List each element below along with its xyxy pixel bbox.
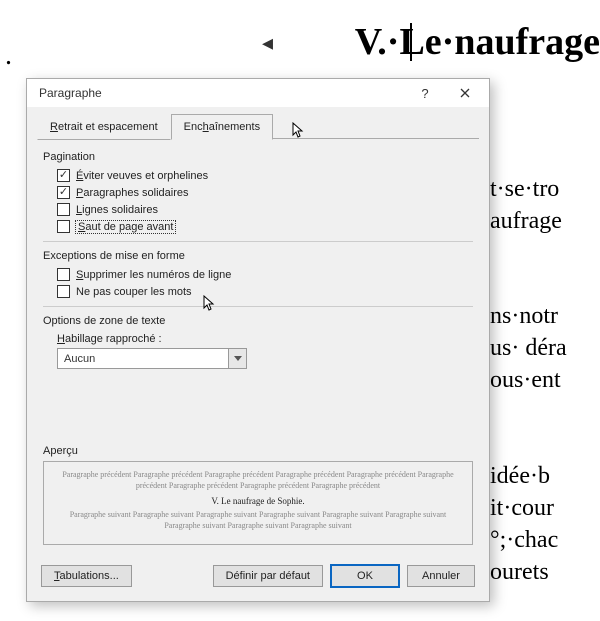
paragraph-dialog: Paragraphe ? Retrait et espacement Encha… xyxy=(26,78,490,602)
help-button[interactable]: ? xyxy=(405,80,445,106)
close-icon xyxy=(460,88,470,98)
set-default-button[interactable]: Définir par défaut xyxy=(213,565,323,587)
tight-wrap-select[interactable]: Aucun xyxy=(57,348,247,369)
label-rest: aragraphes solidaires xyxy=(83,187,188,199)
checkbox-widow-orphan[interactable]: Éviter veuves et orphelines xyxy=(43,167,473,184)
label-rest: aut de page avant xyxy=(85,221,173,233)
group-textbox-options: Options de zone de texte xyxy=(43,315,473,327)
checkbox-icon xyxy=(57,186,70,199)
select-value: Aucun xyxy=(58,353,228,365)
chevron-down-icon xyxy=(228,349,246,368)
ok-button[interactable]: OK xyxy=(331,565,399,587)
checkbox-suppress-line-numbers[interactable]: Supprimer les numéros de ligne xyxy=(43,266,473,283)
label-rest: viter veuves et orphelines xyxy=(83,170,208,182)
tight-wrap-label: Habillage rapproché : xyxy=(43,331,473,348)
label-rest: ignes solidaires xyxy=(82,204,158,216)
label-rest: abillage rapproché : xyxy=(65,333,162,345)
checkbox-icon xyxy=(57,268,70,281)
label-accel: H xyxy=(57,333,65,345)
cancel-button[interactable]: Annuler xyxy=(407,565,475,587)
checkbox-icon xyxy=(57,285,70,298)
dialog-title: Paragraphe xyxy=(39,86,405,100)
group-exceptions: Exceptions de mise en forme xyxy=(43,250,473,262)
checkbox-icon xyxy=(57,220,70,233)
tab-indent-spacing[interactable]: Retrait et espacement xyxy=(37,114,171,140)
group-preview: Aperçu xyxy=(43,445,473,457)
tab-label-rest: etrait et espacement xyxy=(58,121,158,133)
tab-label-rest: aînements xyxy=(209,121,260,133)
dialog-content: Pagination Éviter veuves et orphelines P… xyxy=(27,139,489,555)
doc-dot: . xyxy=(5,40,12,72)
checkbox-icon xyxy=(57,169,70,182)
doc-paragraph: idée·b it·cour °;·chac ourets xyxy=(490,460,600,588)
tab-label-accel: R xyxy=(50,121,58,133)
label-rest: upprimer les numéros de ligne xyxy=(83,269,231,281)
group-pagination: Pagination xyxy=(43,151,473,163)
doc-heading: V.·Le·naufrage xyxy=(355,18,600,67)
tabs-button[interactable]: Tabulations... xyxy=(41,565,132,587)
tab-line-breaks[interactable]: Enchaînements xyxy=(171,114,273,140)
checkbox-page-break-before[interactable]: Saut de page avant xyxy=(43,218,473,235)
doc-paragraph: ns·notr us· déra ous·ent xyxy=(490,300,600,396)
close-button[interactable] xyxy=(445,80,485,106)
checkbox-dont-hyphenate[interactable]: Ne pas couper les mots xyxy=(43,283,473,300)
preview-sample: V. Le naufrage de Sophie. xyxy=(58,495,458,507)
label-text: Ne pas couper les mots xyxy=(76,286,192,298)
tab-label-pre: Enc xyxy=(184,121,203,133)
preview-before: Paragraphe précédent Paragraphe précéden… xyxy=(58,470,458,492)
label-rest: abulations... xyxy=(60,570,119,582)
preview-after: Paragraphe suivant Paragraphe suivant Pa… xyxy=(58,510,458,532)
preview-box: Paragraphe précédent Paragraphe précéden… xyxy=(43,461,473,545)
checkbox-icon xyxy=(57,203,70,216)
tab-strip: Retrait et espacement Enchaînements xyxy=(27,107,489,139)
dialog-titlebar: Paragraphe ? xyxy=(27,79,489,107)
checkbox-keep-lines[interactable]: Lignes solidaires xyxy=(43,201,473,218)
doc-paragraph: t·se·tro aufrage xyxy=(490,173,600,237)
dialog-footer: Tabulations... Définir par défaut OK Ann… xyxy=(27,555,489,601)
text-caret xyxy=(410,23,412,61)
insertion-triangle: ◂ xyxy=(262,30,273,56)
checkbox-keep-with-next[interactable]: Paragraphes solidaires xyxy=(43,184,473,201)
